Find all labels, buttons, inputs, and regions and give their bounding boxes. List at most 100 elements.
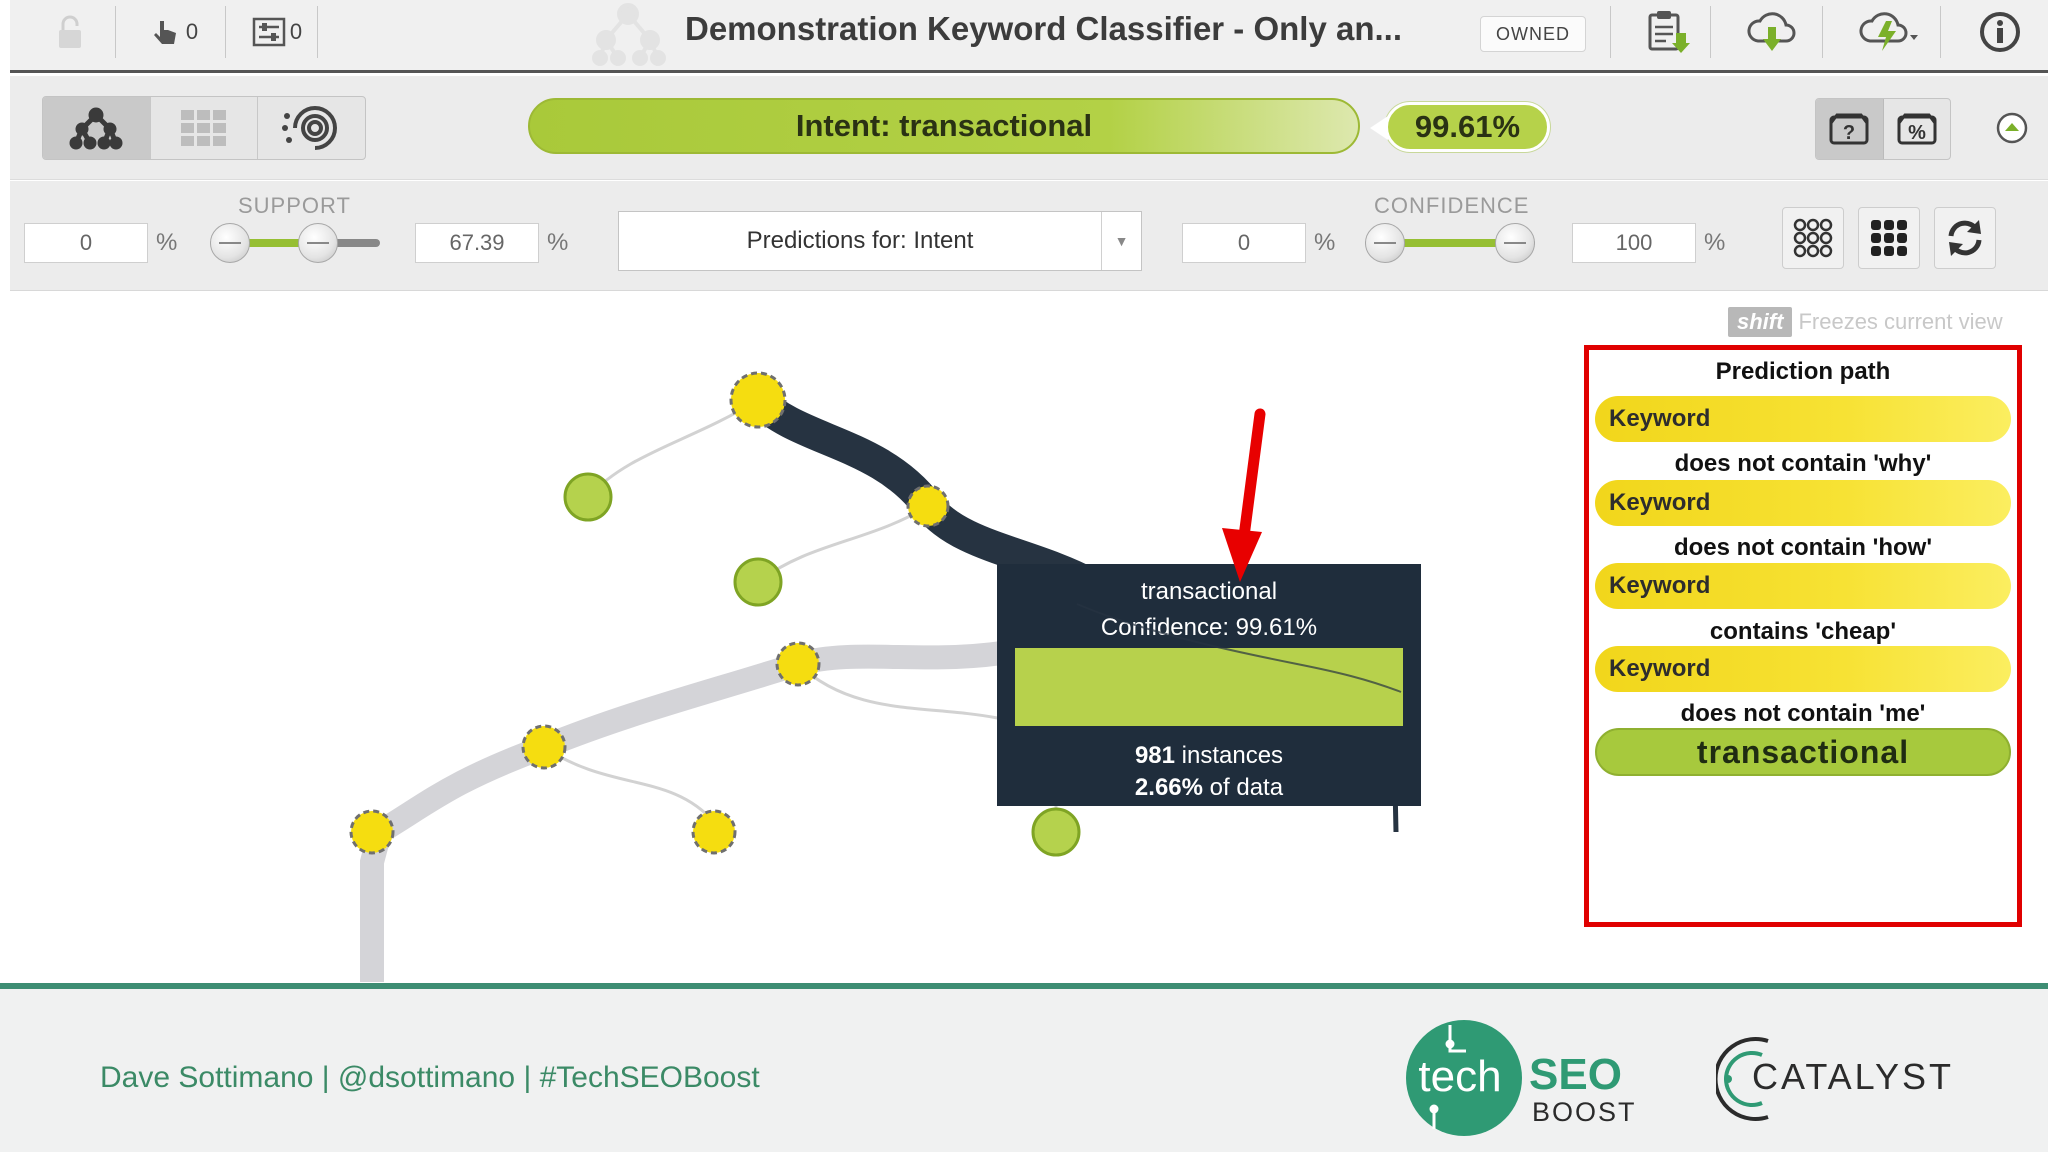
support-min-percent: % (156, 229, 178, 256)
tree-branch (757, 504, 929, 584)
node-tooltip: transactional Confidence: 99.61% 981 ins… (997, 564, 1421, 806)
info-button[interactable] (1965, 4, 2035, 60)
shift-key-badge: shift (1728, 307, 1793, 337)
owned-badge: OWNED (1480, 16, 1586, 52)
filter-button[interactable]: 0 (242, 4, 312, 60)
techseo-logo-seo: SEO (1529, 1050, 1622, 1099)
tooltip-instances: 981 instances (997, 742, 1421, 770)
predictions-for-select[interactable]: Predictions for: Intent ▼ (618, 211, 1142, 271)
tree-node (906, 484, 950, 528)
tree-view-icon (69, 107, 123, 150)
model-tree-icon (592, 3, 666, 66)
path-condition: does not contain 'me' (1680, 700, 1926, 727)
toolbar-separator (115, 6, 116, 58)
cloud-download-icon (1747, 12, 1796, 51)
top-toolbar: 0 0 Demonstration Keyword Classifier - O… (10, 0, 2048, 73)
report-download-button[interactable] (1632, 4, 1702, 60)
percent-box-icon: % (1897, 113, 1937, 145)
lock-icon (59, 15, 81, 48)
confidence-min-input[interactable]: 0 (1182, 223, 1306, 263)
catalyst-logo: CATALYST (1716, 1037, 1954, 1121)
support-max-input[interactable]: 67.39 (415, 223, 539, 263)
shift-hint-text: Freezes current view (1798, 309, 2003, 334)
tree-leaf (733, 557, 783, 607)
undo-button[interactable]: 0 (140, 4, 210, 60)
tooltip-instances-text: instances (1181, 742, 1284, 769)
confidence-max-percent: % (1704, 229, 1726, 256)
tree-branch-main (786, 638, 1032, 676)
prediction-confidence-badge: 99.61% (1370, 102, 1550, 152)
support-label: SUPPORT (238, 193, 351, 218)
undo-count: 0 (185, 19, 199, 44)
large-nodes-button[interactable] (1858, 207, 1920, 269)
confidence-min-percent: % (1314, 229, 1336, 256)
percent-mode-button[interactable]: % (1884, 99, 1951, 159)
filter-count: 0 (289, 19, 303, 44)
confidence-min-handle[interactable] (1365, 223, 1405, 263)
support-min-handle[interactable] (210, 223, 250, 263)
toolbar-separator (1940, 6, 1941, 58)
hand-pointer-icon (153, 21, 176, 44)
info-icon (1980, 12, 2020, 52)
shift-freeze-hint: shift Freezes current view (1728, 307, 2003, 337)
filter-bar: SUPPORT 0 % 67.39 % Predictions for: Int… (10, 181, 2048, 291)
support-max-percent: % (547, 229, 569, 256)
path-field: Keyword (1595, 646, 2011, 692)
path-field: Keyword (1595, 480, 2011, 526)
clipboard-download-icon (1648, 11, 1690, 53)
confidence-range-slider[interactable] (1365, 223, 1535, 263)
prediction-mode-group: ? % (1815, 98, 1951, 160)
grid-view-icon (181, 110, 226, 146)
prediction-path-panel: Prediction path Keyword does not contain… (1584, 345, 2022, 927)
support-range-slider[interactable] (210, 223, 380, 263)
tree-node (521, 724, 567, 770)
techseo-logo-boost: BOOST (1532, 1097, 1637, 1127)
toolbar-separator (1822, 6, 1823, 58)
tree-view-button[interactable] (43, 97, 151, 159)
sunburst-view-button[interactable] (258, 97, 365, 159)
predictions-for-value: Predictions for: Intent (746, 227, 974, 254)
sunburst-view-icon (281, 106, 337, 150)
chevron-down-icon: ▼ (1101, 212, 1141, 270)
toolbar-separator (225, 6, 226, 58)
confidence-max-handle[interactable] (1495, 223, 1535, 263)
svg-text:?: ? (1843, 122, 1855, 144)
path-field: Keyword (1595, 563, 2011, 609)
support-min-input[interactable]: 0 (24, 223, 148, 263)
lock-button[interactable] (40, 4, 100, 60)
path-field: Keyword (1595, 396, 2011, 442)
path-condition: contains 'cheap' (1709, 618, 1897, 645)
tree-node (775, 641, 821, 687)
support-max-handle[interactable] (297, 223, 338, 263)
tree-branch (586, 398, 759, 499)
refresh-icon (1948, 220, 1982, 256)
grid-view-button[interactable] (151, 97, 259, 159)
catalyst-logo-text: CATALYST (1752, 1056, 1954, 1097)
tree-node (691, 809, 737, 855)
cloud-download-button[interactable] (1732, 4, 1812, 60)
dots-grid-filled-icon (1871, 220, 1907, 256)
collapse-up-icon[interactable] (1996, 112, 2028, 144)
techseoboost-logo: tech SEO BOOST (1406, 1020, 1637, 1136)
view-mode-group (42, 96, 366, 160)
tree-leaf (563, 472, 613, 522)
confidence-label: CONFIDENCE (1374, 193, 1530, 218)
confidence-max-input[interactable]: 100 (1572, 223, 1696, 263)
toolbar-separator (1610, 6, 1611, 58)
tree-branch-main (360, 735, 556, 982)
path-result: transactional (1595, 728, 2011, 776)
toolbar-separator (317, 6, 318, 58)
small-nodes-button[interactable] (1782, 207, 1844, 269)
toolbar-separator (1710, 6, 1711, 58)
techseo-logo-tech: tech (1418, 1052, 1501, 1101)
tooltip-data-share: 2.66% of data (997, 774, 1421, 802)
reset-button[interactable] (1934, 207, 1996, 269)
prediction-intent-bar: Intent: transactional (528, 98, 1360, 154)
question-mode-button[interactable]: ? (1816, 99, 1884, 159)
actions-dropdown-button[interactable] (1850, 4, 1930, 60)
tooltip-instances-count: 981 (1134, 742, 1175, 769)
tree-node (349, 809, 395, 855)
path-condition: does not contain 'why' (1674, 450, 1932, 477)
cloud-bolt-icon (1859, 12, 1918, 51)
tree-branch (543, 745, 716, 823)
